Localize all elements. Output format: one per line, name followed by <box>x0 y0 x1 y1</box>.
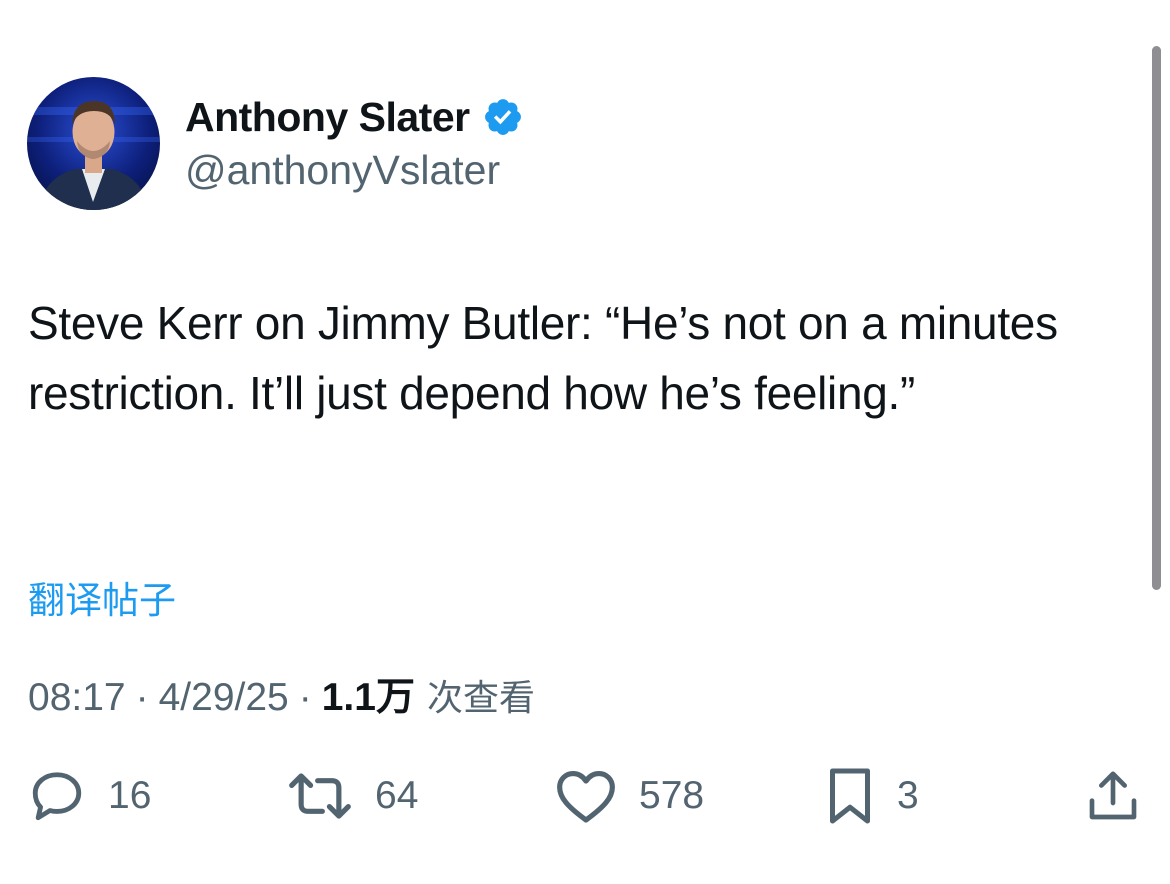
separator-dot: · <box>298 676 312 719</box>
scrollbar[interactable] <box>1152 46 1161 590</box>
author-row[interactable]: Anthony Slater <box>185 93 524 141</box>
author-handle[interactable]: @anthonyVslater <box>185 147 500 194</box>
separator-dot: · <box>135 676 149 719</box>
tweet-text: Steve Kerr on Jimmy Butler: “He’s not on… <box>28 297 1058 419</box>
share-icon <box>1089 771 1137 820</box>
retweet-icon <box>289 773 351 819</box>
author-display-name[interactable]: Anthony Slater <box>185 94 470 141</box>
tweet-detail: Anthony Slater @anthonyVslater Steve Ker… <box>0 0 1170 884</box>
tweet-time[interactable]: 08:17 <box>28 676 126 720</box>
avatar-image <box>27 77 160 210</box>
translate-post-link[interactable]: 翻译帖子 <box>28 570 176 624</box>
bookmark-button[interactable]: 3 <box>825 765 919 827</box>
reply-icon <box>32 772 82 821</box>
share-button[interactable] <box>1085 765 1141 827</box>
tweet-date[interactable]: 4/29/25 <box>159 676 289 720</box>
avatar[interactable] <box>27 77 160 210</box>
reply-button[interactable]: 16 <box>28 765 151 827</box>
like-count: 578 <box>639 774 705 817</box>
repost-count: 64 <box>375 774 419 817</box>
bookmark-icon <box>830 768 870 824</box>
like-icon <box>557 770 615 823</box>
like-button[interactable]: 578 <box>555 765 704 827</box>
verified-badge-icon <box>484 99 521 135</box>
views-label: 次查看 <box>426 678 535 719</box>
reply-count: 16 <box>108 774 152 817</box>
bookmark-count: 3 <box>897 774 919 817</box>
repost-button[interactable]: 64 <box>287 765 418 827</box>
tweet-meta: 08:17 · 4/29/25 · 1.1万 次查看 <box>28 666 535 722</box>
views-count: 1.1万 <box>321 676 415 719</box>
